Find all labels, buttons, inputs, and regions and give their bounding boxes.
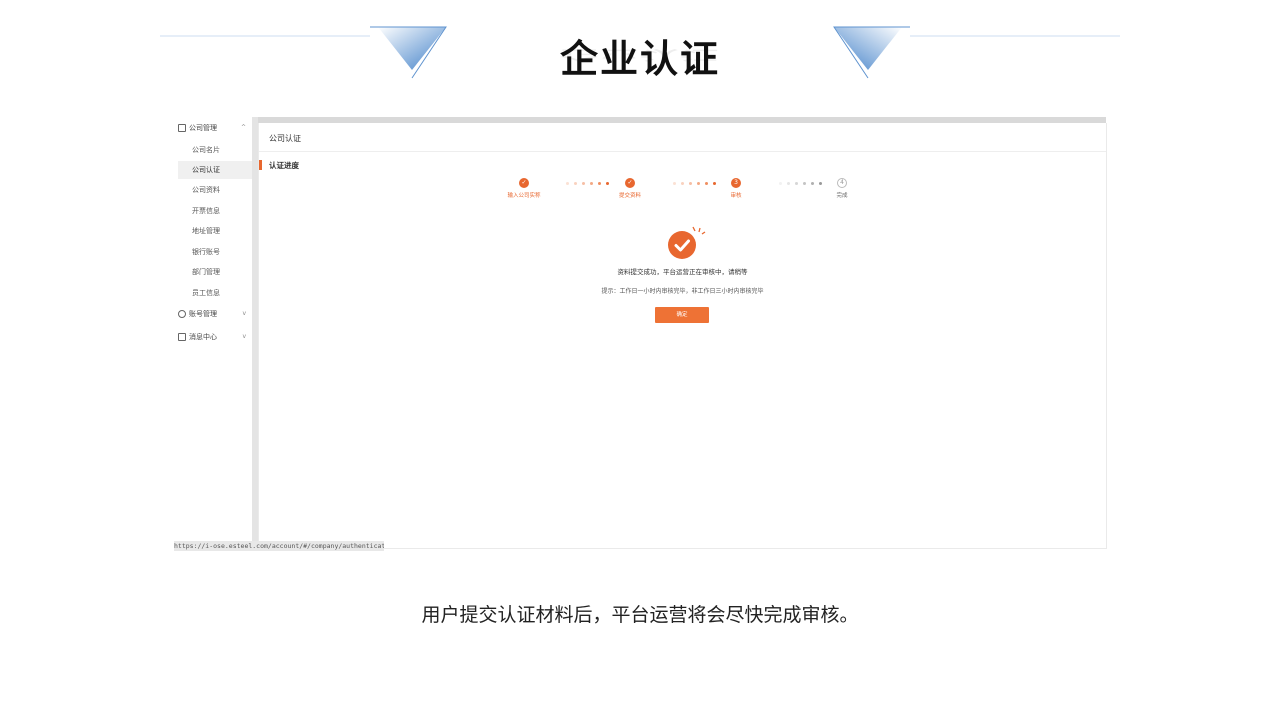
progress-dot <box>689 182 692 185</box>
progress-dot <box>819 182 822 185</box>
status-url-tooltip: https://i-ose.esteel.com/account/#/compa… <box>174 541 384 551</box>
progress-dot <box>590 182 593 185</box>
progress-dot <box>598 182 601 185</box>
sidebar-item-company-info[interactable]: 公司资料 <box>178 181 252 199</box>
chevron-down-icon: v <box>242 310 246 317</box>
sidebar-item-invoice[interactable]: 开票信息 <box>178 202 252 220</box>
chevron-up-icon: ^ <box>240 124 246 131</box>
building-icon <box>178 124 186 132</box>
progress-steps: ✓ 输入公司实称 ✓ 提交资料 3 审核 4 完成 <box>259 123 1106 213</box>
sidebar-group-label: 公司管理 <box>189 124 217 132</box>
sidebar-item-department[interactable]: 部门管理 <box>178 263 252 281</box>
progress-dot <box>697 182 700 185</box>
progress-dot <box>673 182 676 185</box>
progress-dot <box>811 182 814 185</box>
step-1-label: 输入公司实称 <box>507 193 541 199</box>
user-icon <box>178 310 186 318</box>
main-content: 公司认证 认证进度 ✓ 输入公司实称 ✓ 提交资料 3 审核 4 完成 资料提交… <box>258 123 1107 549</box>
progress-dot <box>705 182 708 185</box>
step-4-label: 完成 <box>836 193 848 199</box>
tip-message: 提示：工作日一小时内审核完毕，非工作日三小时内审核完毕 <box>601 288 764 295</box>
chevron-down-icon: v <box>242 333 246 340</box>
step-1-marker: ✓ <box>519 178 529 188</box>
sidebar-group-label: 账号管理 <box>189 310 217 318</box>
sidebar-group-messages[interactable]: 消息中心 v <box>178 328 252 346</box>
progress-dot <box>566 182 569 185</box>
sparkle-icon <box>692 226 706 235</box>
step-3-label: 审核 <box>730 193 742 199</box>
sidebar-group-account[interactable]: 账号管理 v <box>178 305 252 323</box>
progress-dot <box>713 182 716 185</box>
step-2-marker: ✓ <box>625 178 635 188</box>
sidebar-item-staff[interactable]: 员工信息 <box>178 284 252 302</box>
progress-dot <box>606 182 609 185</box>
sidebar: 公司管理 ^ 公司名片 公司认证 公司资料 开票信息 地址管理 银行账号 部门管… <box>174 117 252 549</box>
sidebar-group-company[interactable]: 公司管理 ^ <box>178 119 252 137</box>
progress-dot <box>803 182 806 185</box>
slide-caption: 用户提交认证材料后，平台运营将会尽快完成审核。 <box>421 604 859 626</box>
progress-dot <box>787 182 790 185</box>
sidebar-item-address[interactable]: 地址管理 <box>178 222 252 240</box>
sidebar-item-bank[interactable]: 银行账号 <box>178 243 252 261</box>
slide-title-reflection: 企业认证 <box>559 47 720 63</box>
sidebar-item-company-card[interactable]: 公司名片 <box>178 141 252 159</box>
app-screenshot: 公司管理 ^ 公司名片 公司认证 公司资料 开票信息 地址管理 银行账号 部门管… <box>174 117 1107 551</box>
sidebar-group-label: 消息中心 <box>189 333 217 341</box>
success-message: 资料提交成功，平台运营正在审核中，请稍等 <box>617 268 748 276</box>
progress-dot <box>779 182 782 185</box>
step-4-marker: 4 <box>837 178 847 188</box>
progress-dot <box>795 182 798 185</box>
progress-dot <box>681 182 684 185</box>
step-3-marker: 3 <box>731 178 741 188</box>
progress-dot <box>574 182 577 185</box>
sidebar-item-company-auth[interactable]: 公司认证 <box>178 161 252 179</box>
confirm-button[interactable]: 确定 <box>655 307 709 323</box>
progress-dot <box>582 182 585 185</box>
step-2-label: 提交资料 <box>618 193 641 199</box>
message-icon <box>178 333 186 341</box>
